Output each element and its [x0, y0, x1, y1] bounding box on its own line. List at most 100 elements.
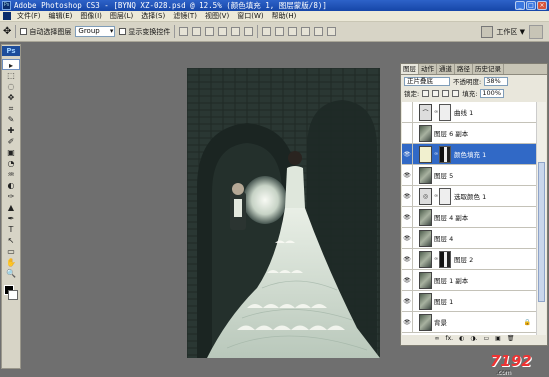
maximize-button[interactable]: □: [526, 1, 536, 10]
new-adjustment-layer-icon[interactable]: ◑.: [470, 335, 477, 344]
minimize-button[interactable]: _: [515, 1, 525, 10]
menu-filter[interactable]: 滤镜(T): [169, 11, 201, 21]
gradient-tool-icon[interactable]: ◐: [2, 180, 20, 191]
clone-stamp-tool-icon[interactable]: ▣: [2, 147, 20, 158]
crop-tool-icon[interactable]: ⌗: [2, 103, 20, 114]
menu-view[interactable]: 视图(V): [201, 11, 233, 21]
distribute-right-icon[interactable]: [327, 27, 337, 36]
lock-position-icon[interactable]: [442, 89, 450, 97]
menu-edit[interactable]: 编辑(E): [45, 11, 77, 21]
layer-row-background[interactable]: 👁 背景 🔒: [402, 311, 536, 333]
layer-row-curves-1[interactable]: ⌒ ∞ 曲线 1: [402, 102, 536, 123]
menu-image[interactable]: 图像(I): [76, 11, 106, 21]
auto-select-target-dropdown[interactable]: Group: [75, 26, 116, 37]
eye-icon[interactable]: 👁: [402, 311, 413, 333]
workspace-switcher[interactable]: 工作区 ▼: [481, 26, 525, 38]
lock-transparent-icon[interactable]: [422, 89, 430, 97]
align-hcenter-icon[interactable]: [231, 27, 241, 36]
link-layers-icon[interactable]: ∞: [435, 335, 440, 344]
layer-row-layer-4-copy[interactable]: 👁 图层 4 副本: [402, 206, 536, 228]
dodge-tool-icon[interactable]: ✑: [2, 191, 20, 202]
move-tool-icon[interactable]: ▸: [2, 59, 20, 70]
lock-all-icon[interactable]: [452, 89, 460, 97]
delete-layer-icon[interactable]: 🗑: [507, 335, 515, 344]
opacity-input[interactable]: 38%: [484, 76, 509, 86]
bridge-icon[interactable]: [481, 26, 494, 38]
layer-row-color-fill-1[interactable]: 👁 ∞ 颜色填充 1: [402, 143, 536, 165]
workspace-label[interactable]: 工作区 ▼: [496, 27, 525, 37]
show-transform-option[interactable]: 显示变换控件: [119, 27, 170, 37]
palette-well-icon[interactable]: [529, 25, 543, 39]
magic-wand-tool-icon[interactable]: ✥: [2, 92, 20, 103]
menu-file[interactable]: 文件(F): [13, 11, 45, 21]
auto-select-checkbox[interactable]: [20, 28, 28, 35]
eye-icon[interactable]: 👁: [402, 206, 413, 228]
eraser-tool-icon[interactable]: ♒: [2, 169, 20, 180]
photoshop-logo[interactable]: Ps: [2, 46, 20, 56]
auto-select-option[interactable]: 自动选择图层: [20, 27, 71, 37]
move-tool-icon[interactable]: ✥: [3, 26, 11, 37]
eye-icon[interactable]: 👁: [402, 185, 413, 207]
align-right-icon[interactable]: [244, 27, 254, 36]
zoom-tool-icon[interactable]: 🔍: [2, 268, 20, 279]
history-brush-tool-icon[interactable]: ◔: [2, 158, 20, 169]
tab-paths[interactable]: 路径: [455, 64, 473, 74]
eye-icon[interactable]: 👁: [402, 164, 413, 186]
eye-icon[interactable]: 👁: [402, 269, 413, 291]
align-left-icon[interactable]: [218, 27, 228, 36]
blend-mode-dropdown[interactable]: 正片叠底: [404, 76, 450, 86]
distribute-bottom-icon[interactable]: [288, 27, 298, 36]
visibility-toggle[interactable]: [402, 102, 413, 123]
layer-row-layer-6-copy[interactable]: 图层 6 副本: [402, 122, 536, 144]
layer-style-icon[interactable]: fx.: [446, 335, 454, 344]
menu-layer[interactable]: 图层(L): [106, 11, 137, 21]
layer-row-layer-5[interactable]: 👁 图层 5: [402, 164, 536, 186]
eye-icon[interactable]: 👁: [402, 227, 413, 249]
distribute-hcenter-icon[interactable]: [314, 27, 324, 36]
lasso-tool-icon[interactable]: ◌: [2, 81, 20, 92]
document-canvas[interactable]: [187, 68, 380, 358]
visibility-toggle[interactable]: [402, 122, 413, 144]
layer-row-layer-4[interactable]: 👁 图层 4: [402, 227, 536, 249]
eye-icon[interactable]: 👁: [402, 248, 413, 270]
blur-tool-icon[interactable]: ▲: [2, 202, 20, 213]
distribute-top-icon[interactable]: [262, 27, 272, 36]
layer-row-selective-color-1[interactable]: 👁 ◎ ∞ 选取颜色 1: [402, 185, 536, 207]
eye-icon[interactable]: 👁: [402, 290, 413, 312]
fill-input[interactable]: 100%: [480, 88, 505, 98]
hand-tool-icon[interactable]: ✋: [2, 257, 20, 268]
brush-tool-icon[interactable]: ✐: [2, 136, 20, 147]
pen-tool-icon[interactable]: ✒: [2, 213, 20, 224]
distribute-left-icon[interactable]: [301, 27, 311, 36]
layer-mask-thumbnail[interactable]: [439, 187, 451, 205]
new-group-icon[interactable]: ▭: [484, 335, 490, 344]
distribute-vcenter-icon[interactable]: [275, 27, 285, 36]
align-bottom-icon[interactable]: [205, 27, 215, 36]
eyedropper-tool-icon[interactable]: ✎: [2, 114, 20, 125]
align-vcenter-icon[interactable]: [192, 27, 202, 36]
layer-row-layer-1[interactable]: 👁 图层 1: [402, 290, 536, 312]
menu-select[interactable]: 选择(S): [137, 11, 169, 21]
background-color-swatch[interactable]: [8, 290, 18, 300]
healing-brush-tool-icon[interactable]: ✚: [2, 125, 20, 136]
tab-history[interactable]: 历史记录: [473, 64, 504, 74]
tab-channels[interactable]: 通道: [437, 64, 455, 74]
scrollbar-thumb[interactable]: [538, 162, 545, 302]
layer-mask-thumbnail[interactable]: [439, 145, 451, 163]
add-mask-icon[interactable]: ◐: [459, 335, 464, 344]
menu-window[interactable]: 窗口(W): [233, 11, 267, 21]
tab-actions[interactable]: 动作: [419, 64, 437, 74]
new-layer-icon[interactable]: ▣: [495, 335, 501, 344]
lock-pixels-icon[interactable]: [432, 89, 440, 97]
tab-layers[interactable]: 图层: [401, 64, 419, 74]
layer-mask-thumbnail[interactable]: [439, 103, 451, 121]
menu-help[interactable]: 帮助(H): [268, 11, 301, 21]
close-button[interactable]: ×: [537, 1, 547, 10]
align-top-icon[interactable]: [179, 27, 189, 36]
shape-tool-icon[interactable]: ▭: [2, 246, 20, 257]
document-menu-icon[interactable]: [3, 12, 11, 20]
path-selection-tool-icon[interactable]: ↖: [2, 235, 20, 246]
eye-icon[interactable]: 👁: [402, 143, 413, 165]
layer-row-layer-1-copy[interactable]: 👁 图层 1 副本: [402, 269, 536, 291]
show-transform-checkbox[interactable]: [119, 28, 127, 35]
